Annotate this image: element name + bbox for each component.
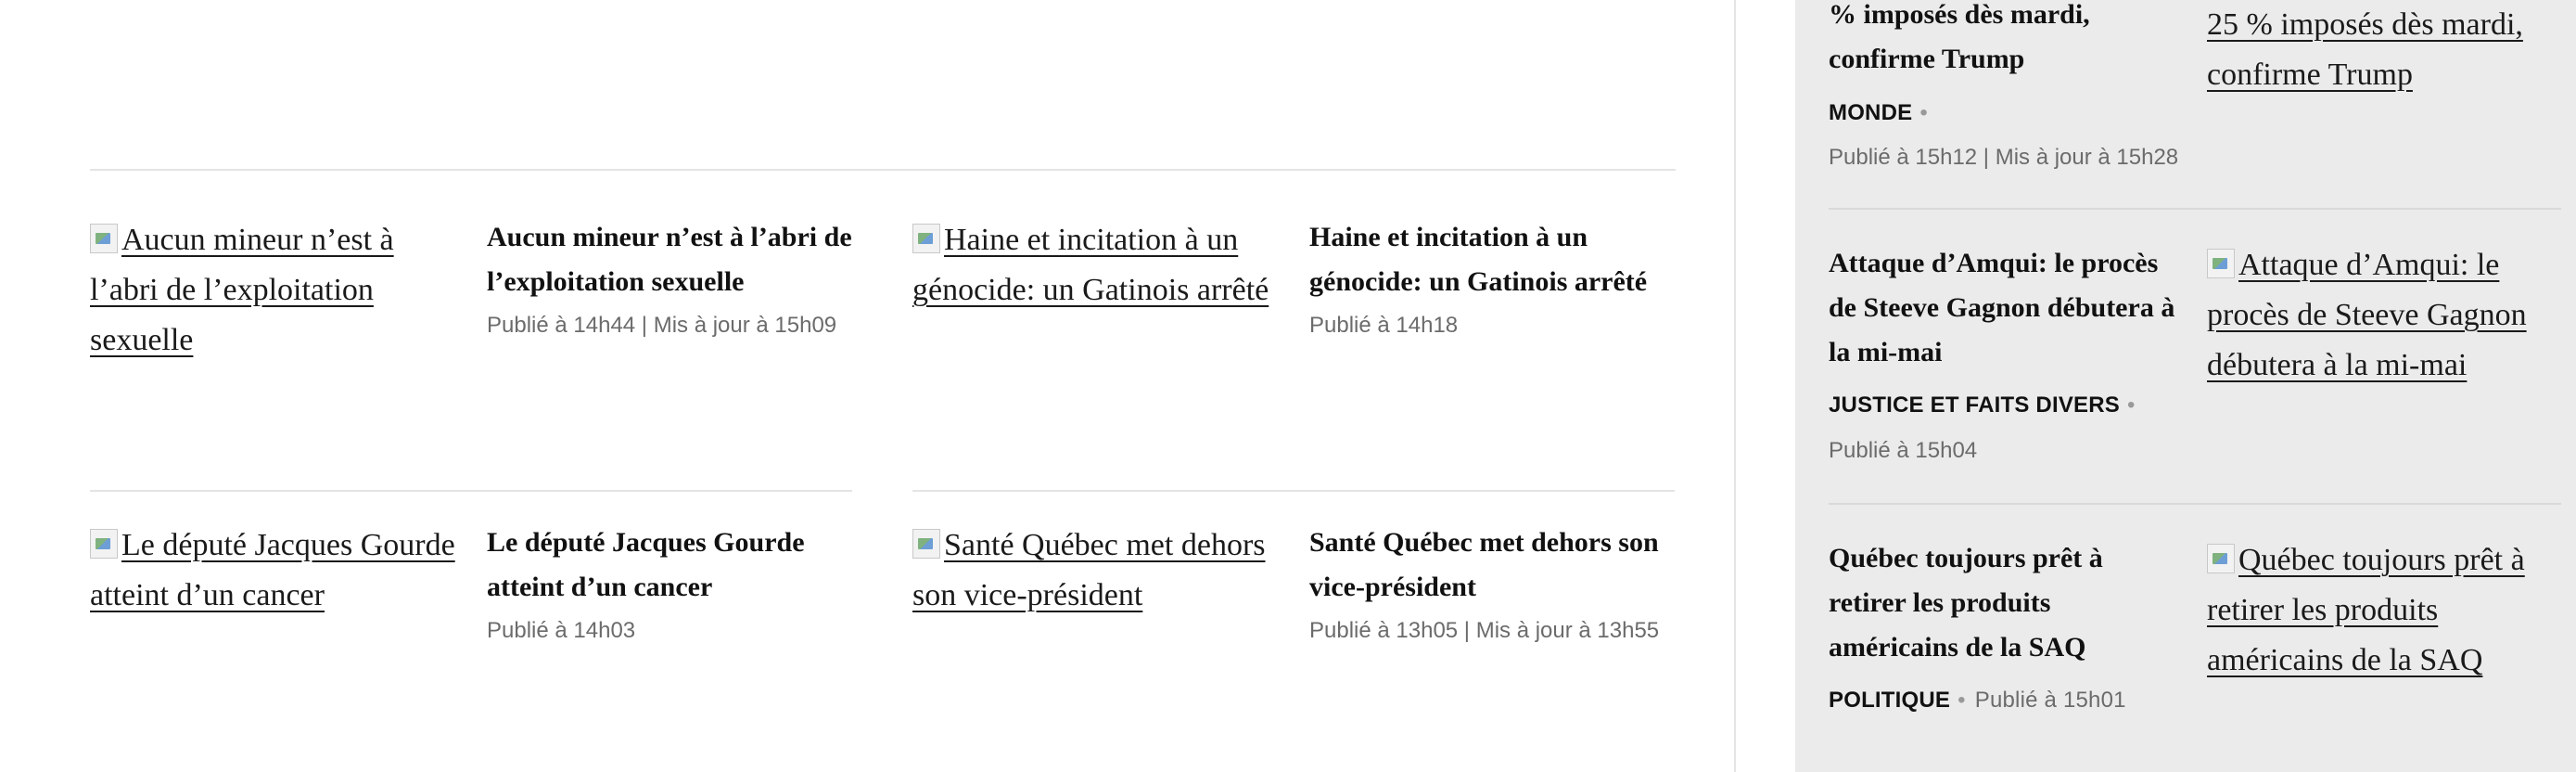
broken-image-icon [2207, 544, 2235, 573]
article-thumbnail-link[interactable]: Le député Jacques Gourde atteint d’un ca… [90, 521, 461, 621]
category-name[interactable]: POLITIQUE [1829, 688, 1950, 713]
sidebar-article-headline[interactable]: Québec toujours prêt à retirer les produ… [1829, 536, 2181, 670]
broken-image-icon [90, 529, 118, 559]
article-card[interactable]: Haine et incitation à un génocide: un Ga… [912, 215, 1673, 382]
sidebar-article-timestamp: Publié à 15h04 [1829, 438, 1978, 463]
article-timestamp: Publié à 14h18 [1309, 313, 1459, 338]
category-name[interactable]: JUSTICE ET FAITS DIVERS [1829, 392, 2120, 418]
article-timestamp: Publié à 13h05 | Mis à jour à 13h55 [1309, 618, 1660, 643]
sidebar-article-timestamp: Publié à 15h12 | Mis à jour à 15h28 [1829, 145, 2179, 170]
category-label[interactable]: MONDE • [1829, 99, 1937, 127]
thumbnail-alt-text: Attaque d’Amqui: le procès de Steeve Gag… [2207, 248, 2527, 382]
sidebar-divider [1829, 208, 2561, 210]
article-thumbnail-link[interactable]: Haine et incitation à un génocide: un Ga… [912, 215, 1274, 315]
category-label[interactable]: JUSTICE ET FAITS DIVERS • [1829, 392, 2145, 419]
article-thumbnail-link[interactable]: Aucun mineur n’est à l’abri de l’exploit… [90, 215, 461, 366]
thumbnail-alt-text: Le député Jacques Gourde atteint d’un ca… [90, 528, 455, 612]
row-divider [90, 490, 852, 492]
section-divider [90, 169, 1676, 171]
thumbnail-alt-text: Santé Québec met dehors son vice-préside… [912, 528, 1266, 612]
article-headline[interactable]: Santé Québec met dehors son vice-préside… [1309, 521, 1662, 610]
broken-image-icon [912, 529, 940, 559]
thumbnail-alt-text: 25 % imposés dès mardi, confirme Trump [2207, 7, 2523, 92]
article-headline[interactable]: Aucun mineur n’est à l’abri de l’exploit… [487, 215, 858, 304]
sidebar-article-thumbnail-link[interactable]: 25 % imposés dès mardi, confirme Trump [2207, 0, 2559, 100]
separator-dot: • [1919, 100, 1928, 125]
category-name[interactable]: MONDE [1829, 100, 1912, 125]
broken-image-icon [912, 224, 940, 253]
row-divider [912, 490, 1675, 492]
article-thumbnail-link[interactable]: Santé Québec met dehors son vice-préside… [912, 521, 1283, 621]
thumbnail-alt-text: Haine et incitation à un génocide: un Ga… [912, 223, 1269, 307]
article-card[interactable]: Santé Québec met dehors son vice-préside… [912, 521, 1673, 660]
broken-image-icon [90, 224, 118, 253]
sidebar-article-headline[interactable]: Attaque d’Amqui: le procès de Steeve Gag… [1829, 241, 2181, 375]
article-card[interactable]: Aucun mineur n’est à l’abri de l’exploit… [90, 215, 852, 382]
article-headline[interactable]: Haine et incitation à un génocide: un Ga… [1309, 215, 1680, 304]
column-divider [1734, 0, 1736, 772]
sidebar-divider [1829, 503, 2561, 505]
sidebar-latest-news: % imposés dès mardi, confirme Trump 25 %… [1795, 0, 2576, 772]
article-headline[interactable]: Le député Jacques Gourde atteint d’un ca… [487, 521, 858, 610]
sidebar-article-thumbnail-link[interactable]: Attaque d’Amqui: le procès de Steeve Gag… [2207, 240, 2559, 391]
sidebar-article-timestamp: Publié à 15h01 [1974, 688, 2126, 713]
broken-image-icon [2207, 249, 2235, 278]
thumbnail-alt-text: Aucun mineur n’est à l’abri de l’exploit… [90, 223, 394, 357]
sidebar-article-thumbnail-link[interactable]: Québec toujours prêt à retirer les produ… [2207, 535, 2559, 686]
article-timestamp: Publié à 14h03 [487, 618, 636, 643]
separator-dot: • [2127, 392, 2136, 418]
article-timestamp: Publié à 14h44 | Mis à jour à 15h09 [487, 313, 837, 338]
article-card[interactable]: Le député Jacques Gourde atteint d’un ca… [90, 521, 850, 660]
thumbnail-alt-text: Québec toujours prêt à retirer les produ… [2207, 543, 2525, 677]
sidebar-article-headline[interactable]: % imposés dès mardi, confirme Trump [1829, 0, 2144, 82]
separator-dot: • [1958, 688, 1966, 713]
category-label[interactable]: POLITIQUE • Publié à 15h01 [1829, 687, 2126, 714]
